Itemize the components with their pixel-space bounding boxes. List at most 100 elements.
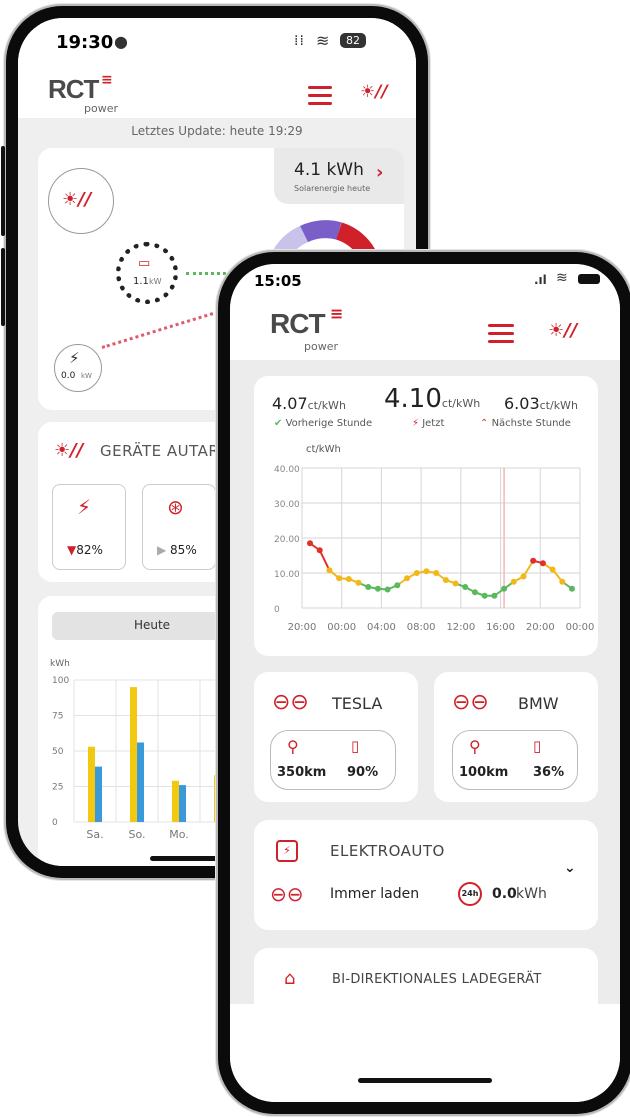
car-card[interactable]: ⊖⊖ TESLA ⚲ ▯ 350km 90% xyxy=(254,672,418,802)
price-point xyxy=(365,584,372,590)
car-stats: ⚲ ▯ 100km 36% xyxy=(452,730,578,790)
car-stats: ⚲ ▯ 350km 90% xyxy=(270,730,396,790)
menu-button[interactable] xyxy=(488,324,514,348)
price-point xyxy=(530,557,537,564)
side-button xyxy=(1,146,5,236)
device-tile[interactable]: ⚡ ▼82% xyxy=(52,484,126,570)
car-name: BMW xyxy=(518,694,559,713)
ev-energy-value: 0.0 xyxy=(492,886,517,902)
price-point xyxy=(384,586,391,593)
price-point xyxy=(481,592,488,599)
sun-logo-icon[interactable]: ☀// xyxy=(548,320,577,341)
y-tick-label: 0 xyxy=(274,605,280,615)
grid-node[interactable]: ⚡ 0.0 kW xyxy=(54,344,102,392)
price-point xyxy=(355,579,362,586)
route-icon: ⚲ xyxy=(469,737,481,756)
solar-icon: ☀// xyxy=(62,189,92,210)
charger-icon: ⚡ xyxy=(276,840,298,862)
device-percent-row: ▼82% xyxy=(67,543,103,557)
ev-card[interactable]: ⚡ ELEKTROAUTO ⌄ ⊖⊖ Immer laden 24h 0.0 k… xyxy=(254,820,598,930)
now-price-unit: ct/kWh xyxy=(441,397,481,410)
y-tick-label: 10.00 xyxy=(274,570,300,580)
logo-swoosh-icon: ≡ xyxy=(330,304,344,323)
solar-today-box[interactable]: 4.1 kWh Solarenergie heute › xyxy=(274,148,404,204)
x-tick-label: Sa. xyxy=(86,828,103,841)
x-tick-label: 20:00 xyxy=(288,622,317,633)
price-point xyxy=(316,547,323,554)
car-name: TESLA xyxy=(332,694,383,713)
check-circle-icon: ✔ xyxy=(274,418,286,429)
next-price-value: 6.03 xyxy=(504,394,540,413)
now-label-row: ⚡ Jetzt xyxy=(412,418,444,429)
wifi-icon: ≋ xyxy=(316,31,330,50)
car-range: 100km xyxy=(459,765,509,780)
y-tick-label: 40.00 xyxy=(274,465,300,475)
now-price-value: 4.10 xyxy=(384,384,442,414)
price-point xyxy=(345,575,352,582)
logo-subtitle: power xyxy=(304,340,338,353)
prev-label-row: ✔ Vorherige Stunde xyxy=(274,418,372,429)
prev-price-unit: ct/kWh xyxy=(307,399,346,412)
car-icon: ⊖⊖ xyxy=(270,882,304,906)
bar xyxy=(172,780,179,822)
battery-icon xyxy=(578,274,600,284)
ev-title: ELEKTROAUTO xyxy=(330,842,445,860)
route-icon: ⚲ xyxy=(287,737,299,756)
app-header: RCT ≡ power ☀// xyxy=(230,300,620,360)
price-point xyxy=(404,575,411,582)
price-point xyxy=(442,577,449,583)
y-tick-label: 25 xyxy=(52,783,63,793)
bidi-title: BI-DIREKTIONALES LADEGERÄT xyxy=(332,972,542,987)
status-bar: 15:05 .ıl ≋ xyxy=(230,264,620,300)
price-point xyxy=(394,582,401,589)
price-point xyxy=(539,560,546,567)
front-phone: 15:05 .ıl ≋ RCT ≡ power ☀// 4.07ct/kWh ✔… xyxy=(218,252,630,1114)
menu-button[interactable] xyxy=(308,86,332,110)
battery-charging-icon: ▯ xyxy=(533,737,542,755)
price-point xyxy=(413,570,420,576)
y-axis-label: ct/kWh xyxy=(306,444,341,455)
next-price-unit: ct/kWh xyxy=(539,399,578,412)
trend-down-icon: ▼ xyxy=(67,543,77,557)
battery-node[interactable]: ▭ 1.1 kW xyxy=(116,242,178,304)
timer-24h-icon: 24h xyxy=(458,882,482,906)
app-header: RCT ≡ power ☀// xyxy=(18,68,416,118)
solar-label: Solarenergie heute xyxy=(294,184,371,193)
device-tile[interactable]: ⊛ ▶ 85% xyxy=(142,484,216,570)
now-price-label: Jetzt xyxy=(422,418,445,429)
car-soc: 36% xyxy=(533,765,565,780)
x-tick-label: 00:00 xyxy=(566,622,595,633)
car-card[interactable]: ⊖⊖ BMW ⚲ ▯ 100km 36% xyxy=(434,672,598,802)
sun-logo-icon[interactable]: ☀// xyxy=(360,82,388,102)
device-percent: 82% xyxy=(76,543,103,557)
front-screen: 15:05 .ıl ≋ RCT ≡ power ☀// 4.07ct/kWh ✔… xyxy=(230,264,620,1102)
ev-mode[interactable]: Immer laden xyxy=(330,886,419,902)
battery-charging-icon: ▯ xyxy=(351,737,360,755)
chevron-right-icon: › xyxy=(376,162,384,183)
solar-value: 4.1 kWh xyxy=(294,160,364,180)
prev-price-value: 4.07 xyxy=(272,394,308,413)
x-tick-label: 00:00 xyxy=(327,622,356,633)
price-point xyxy=(452,580,459,587)
price-point xyxy=(520,573,527,580)
y-tick-label: 30.00 xyxy=(274,500,300,510)
y-axis-label: kWh xyxy=(50,659,70,669)
price-line-segment xyxy=(318,549,331,571)
x-tick-label: 16:00 xyxy=(486,622,515,633)
battery-power: 1.1 xyxy=(133,276,149,287)
y-tick-label: 75 xyxy=(52,712,63,722)
solar-node[interactable]: ☀// xyxy=(48,168,114,234)
price-line-chart: ct/kWh 40.00 30.00 20.00 10.00 0 20:00 00:00 04:… xyxy=(274,444,595,633)
trend-flat-icon: ▶ xyxy=(157,543,171,557)
signal-icon: .ıl xyxy=(534,273,547,287)
device-percent: 85% xyxy=(170,543,197,557)
chevron-down-icon[interactable]: ⌄ xyxy=(564,860,576,876)
bar xyxy=(88,746,95,822)
price-point xyxy=(510,578,517,585)
y-tick-label: 20.00 xyxy=(274,535,300,545)
grid-unit: kW xyxy=(81,372,92,380)
x-tick-label: So. xyxy=(128,828,145,841)
x-tick-label: Mo. xyxy=(169,828,189,841)
battery-node-icon: ▭ xyxy=(138,256,151,271)
battery-unit: kW xyxy=(149,277,162,286)
